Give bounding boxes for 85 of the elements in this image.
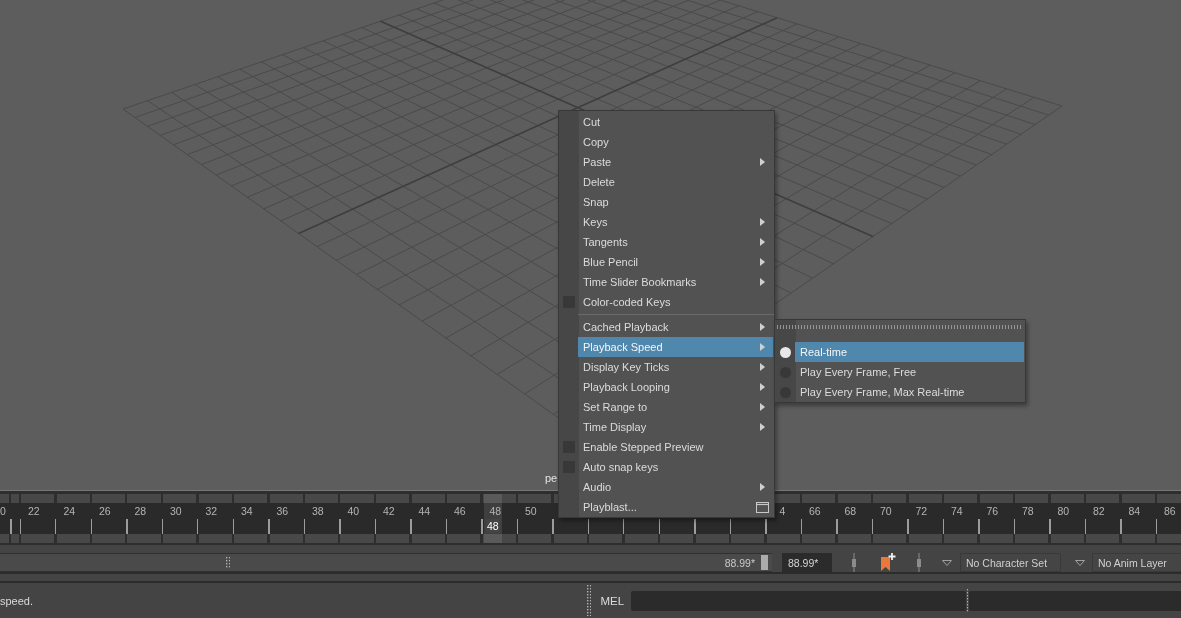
menu-item[interactable]: Set Range to: [578, 397, 773, 417]
frame-label: 68: [844, 505, 857, 517]
menu-item[interactable]: Playblast...: [578, 497, 773, 517]
frame-label: 74: [951, 505, 963, 517]
menu-item[interactable]: Cut: [578, 112, 773, 132]
slider-handle-icon[interactable]: [916, 553, 922, 572]
menu-item[interactable]: Time Display: [578, 417, 773, 437]
frame-label: 44: [418, 505, 431, 517]
menu-item[interactable]: Play Every Frame, Max Real-time: [795, 382, 1024, 402]
frame-label: 70: [880, 505, 892, 517]
frame-label: 42: [383, 505, 395, 517]
frame-label: 26: [99, 505, 111, 517]
submenu-arrow-icon: [760, 323, 765, 331]
menu-item[interactable]: Color-coded Keys: [578, 292, 773, 312]
frame-label: 34: [241, 505, 253, 517]
submenu-arrow-icon: [760, 258, 765, 266]
frame-label: 36: [276, 505, 289, 517]
tear-off-bar[interactable]: [776, 325, 1022, 329]
end-time-field[interactable]: 88.99*: [782, 553, 832, 572]
command-input-field[interactable]: [631, 590, 967, 611]
frame-label: 24: [63, 505, 76, 517]
menu-item[interactable]: Audio: [578, 477, 773, 497]
current-frame-label: 48: [486, 519, 500, 533]
menu-item[interactable]: Copy: [578, 132, 773, 152]
bookmark-plus-icon[interactable]: [880, 553, 896, 572]
submenu-arrow-icon: [760, 423, 765, 431]
frame-label: 28: [134, 505, 147, 517]
script-language-button[interactable]: MEL: [600, 594, 625, 607]
frame-label: 80: [1057, 505, 1070, 517]
frame-label: 38: [312, 505, 324, 517]
help-line-text: speed.: [0, 594, 34, 607]
frame-label: 78: [1022, 505, 1034, 517]
frame-label: 22: [28, 505, 40, 517]
submenu-arrow-icon: [760, 158, 765, 166]
frame-label: 84: [1128, 505, 1141, 517]
menu-item[interactable]: Time Slider Bookmarks: [578, 272, 773, 292]
radio-button[interactable]: [779, 346, 791, 358]
range-end-label: 88.99*: [724, 556, 755, 569]
frame-label: 40: [347, 505, 360, 517]
submenu-arrow-icon: [760, 218, 765, 226]
submenu-arrow-icon: [760, 343, 765, 351]
menu-item[interactable]: Paste: [578, 152, 773, 172]
frame-label: 46: [454, 505, 466, 517]
frame-label: 4: [779, 505, 786, 517]
frame-label: 30: [170, 505, 182, 517]
submenu-arrow-icon: [760, 363, 765, 371]
submenu-arrow-icon: [760, 238, 765, 246]
submenu-arrow-icon: [760, 383, 765, 391]
menu-item[interactable]: Playback Speed: [578, 337, 773, 357]
character-set-field[interactable]: No Character Set: [960, 553, 1061, 572]
frame-label: 32: [205, 505, 218, 517]
menu-item[interactable]: Snap: [578, 192, 773, 212]
menu-item[interactable]: Enable Stepped Preview: [578, 437, 773, 457]
menu-item[interactable]: Blue Pencil: [578, 252, 773, 272]
grip-icon[interactable]: [587, 584, 592, 617]
submenu-arrow-icon: [760, 483, 765, 491]
caret-icon[interactable]: [1075, 559, 1085, 566]
menu-item[interactable]: Play Every Frame, Free: [795, 362, 1024, 382]
frame-label: 82: [1093, 505, 1105, 517]
frame-label: 66: [809, 505, 821, 517]
caret-icon[interactable]: [942, 559, 952, 566]
slider-handle-icon[interactable]: [851, 553, 857, 572]
camera-label: pe: [545, 471, 558, 485]
menu-item[interactable]: Auto snap keys: [578, 457, 773, 477]
option-box-icon[interactable]: [756, 501, 769, 513]
frame-label: 0: [0, 505, 6, 517]
anim-layer-field[interactable]: No Anim Layer: [1092, 553, 1181, 572]
frame-label: 48: [489, 505, 502, 517]
range-slider[interactable]: 88.99*: [0, 553, 772, 572]
menu-item[interactable]: Delete: [578, 172, 773, 192]
range-handle[interactable]: [760, 555, 768, 570]
submenu-arrow-icon: [760, 403, 765, 411]
menu-item[interactable]: Keys: [578, 212, 773, 232]
command-result-field[interactable]: [969, 590, 1181, 611]
grip-icon[interactable]: [226, 557, 231, 568]
frame-label: 72: [915, 505, 928, 517]
frame-label: 76: [986, 505, 999, 517]
submenu-arrow-icon: [760, 278, 765, 286]
menu-item[interactable]: Real-time: [795, 342, 1024, 362]
menu-item[interactable]: Display Key Ticks: [578, 357, 773, 377]
menu-item[interactable]: Cached Playback: [578, 317, 773, 337]
frame-label: 86: [1164, 505, 1176, 517]
frame-label: 50: [525, 505, 537, 517]
menu-item[interactable]: Playback Looping: [578, 377, 773, 397]
menu-item[interactable]: Tangents: [578, 232, 773, 252]
